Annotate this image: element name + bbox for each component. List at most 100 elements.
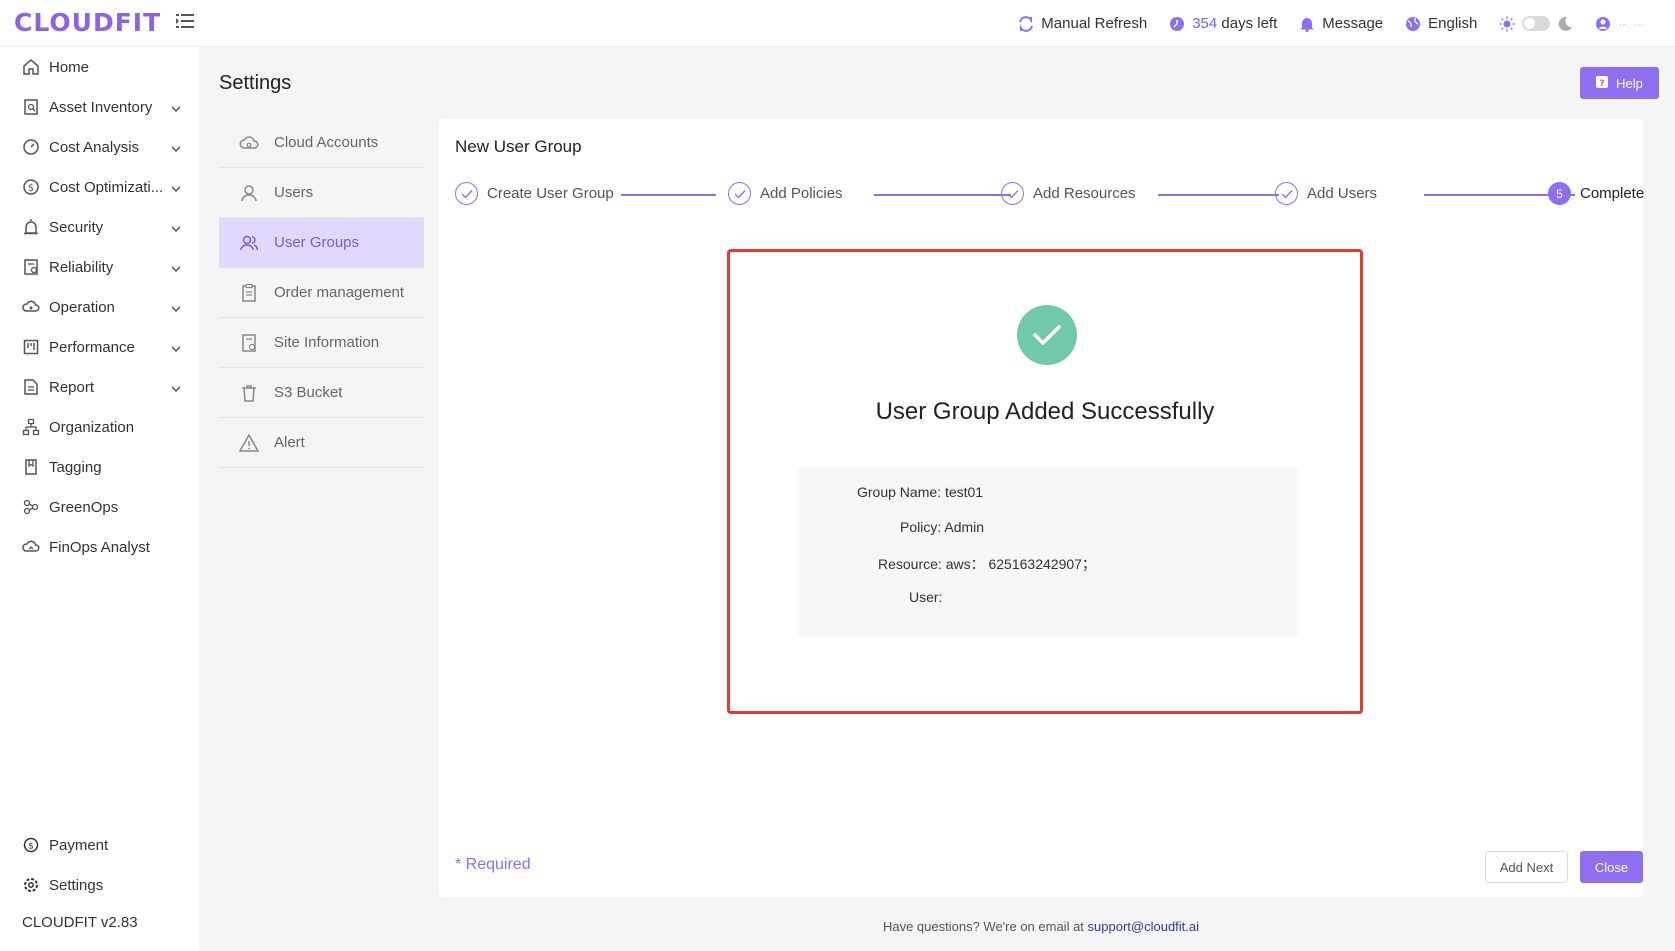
step-number: 5 — [1548, 182, 1571, 205]
app-logo[interactable]: CLOUDFIT — [14, 8, 161, 37]
language-label: English — [1428, 15, 1478, 32]
sidebar-item-tagging[interactable]: Tagging — [0, 450, 199, 484]
submenu-order-management[interactable]: Order management — [219, 268, 424, 318]
required-note: * Required — [455, 856, 531, 873]
license-days: 354 days left — [1169, 15, 1277, 32]
clock-icon — [1169, 16, 1185, 32]
check-icon — [728, 182, 751, 205]
resource-value: aws： 625163242907； — [945, 556, 1096, 572]
footer: Have questions? We're on email at suppor… — [439, 919, 1643, 934]
detail-user: User: — [909, 589, 942, 605]
bucket-icon — [239, 383, 259, 403]
chevron-down-icon — [171, 101, 181, 113]
sun-icon — [1499, 16, 1515, 32]
cloud-gear-icon — [22, 298, 40, 316]
detail-policy: Policy: Admin — [900, 519, 984, 535]
sidebar-item-cost-optimization[interactable]: $ Cost Optimizati... — [0, 170, 199, 204]
site-info-icon — [239, 333, 259, 353]
detail-group-name: Group Name: test01 — [857, 484, 983, 500]
reliability-icon — [22, 258, 40, 276]
sidebar-item-organization[interactable]: Organization — [0, 410, 199, 444]
language-selector[interactable]: English — [1405, 15, 1477, 32]
check-icon — [455, 182, 478, 205]
days-suffix: days left — [1221, 15, 1278, 32]
sidebar-item-performance[interactable]: Performance — [0, 330, 199, 364]
sidebar-item-home[interactable]: Home — [0, 50, 199, 84]
dollar-icon: $ — [22, 836, 40, 854]
step-add-policies[interactable]: Add Policies — [728, 182, 843, 205]
user-menu[interactable]: ·-. ·-· — [1595, 16, 1645, 32]
step-create-user-group[interactable]: Create User Group — [455, 182, 614, 205]
gear-icon — [22, 876, 40, 894]
panel-title: New User Group — [455, 137, 582, 156]
sidebar-item-asset-inventory[interactable]: Asset Inventory — [0, 90, 199, 124]
sidebar-item-report[interactable]: Report — [0, 370, 199, 404]
submenu-user-groups[interactable]: User Groups — [219, 218, 424, 268]
step-add-users[interactable]: Add Users — [1275, 182, 1377, 205]
sidebar-item-greenops[interactable]: GreenOps — [0, 490, 199, 524]
page-title: Settings — [219, 72, 292, 94]
warning-icon — [239, 432, 259, 453]
dollar-icon: $ — [22, 178, 40, 196]
submenu-users[interactable]: Users — [219, 168, 424, 218]
home-icon — [22, 58, 40, 76]
svg-text:$: $ — [28, 842, 34, 852]
sidebar-item-operation[interactable]: Operation — [0, 290, 199, 324]
bell-icon — [1299, 16, 1315, 32]
chevron-down-icon — [171, 221, 181, 233]
sidebar-item-cost-analysis[interactable]: Cost Analysis — [0, 130, 199, 164]
tag-icon — [22, 458, 40, 476]
moon-icon — [1557, 16, 1573, 32]
detail-resource: Resource: aws： 625163242907； — [878, 554, 1096, 574]
performance-icon — [22, 338, 40, 356]
support-email-link[interactable]: support@cloudfit.ai — [1088, 919, 1199, 934]
sidebar-item-payment[interactable]: $ Payment — [0, 828, 199, 862]
cloud-icon — [239, 133, 259, 153]
manual-refresh-button[interactable]: Manual Refresh — [1018, 15, 1147, 32]
step-connector — [874, 194, 1011, 196]
step-add-resources[interactable]: Add Resources — [1001, 182, 1136, 205]
submenu-alert[interactable]: Alert — [219, 418, 424, 468]
success-title: User Group Added Successfully — [875, 398, 1215, 425]
message-button[interactable]: Message — [1299, 15, 1383, 32]
help-label: Help — [1616, 75, 1643, 91]
close-button[interactable]: Close — [1580, 851, 1643, 883]
chevron-down-icon — [171, 181, 181, 193]
org-icon — [22, 418, 40, 436]
refresh-icon — [1018, 15, 1034, 32]
svg-text:?: ? — [1600, 79, 1605, 88]
asset-icon — [22, 98, 40, 116]
menu-toggle-icon[interactable] — [176, 13, 194, 29]
submenu-site-information[interactable]: Site Information — [219, 318, 424, 368]
step-complete[interactable]: 5 Complete — [1548, 182, 1644, 205]
manual-refresh-label: Manual Refresh — [1041, 15, 1148, 32]
step-connector — [1158, 194, 1279, 196]
leaf-icon — [22, 498, 40, 516]
sidebar-item-security[interactable]: Security — [0, 210, 199, 244]
theme-toggle[interactable] — [1522, 16, 1551, 31]
wizard-steps: Create User Group Add Policies Add Resou… — [455, 182, 1644, 206]
clipboard-icon — [239, 283, 259, 303]
help-button[interactable]: ? Help — [1580, 67, 1659, 99]
sidebar-item-finops-analyst[interactable]: FinOps Analyst — [0, 530, 199, 564]
globe-icon — [1405, 16, 1421, 32]
user-label: User: — [909, 589, 943, 605]
user-icon — [239, 183, 259, 203]
success-result-box: User Group Added Successfully Group Name… — [727, 249, 1363, 714]
submenu-s3-bucket[interactable]: S3 Bucket — [219, 368, 424, 418]
success-check-icon — [1017, 305, 1077, 365]
add-next-button[interactable]: Add Next — [1485, 851, 1568, 883]
step-connector — [621, 194, 716, 196]
theme-switch[interactable] — [1499, 16, 1573, 32]
sidebar: Home Asset Inventory Cost Analysis $ Cos… — [0, 47, 199, 951]
user-group-icon — [239, 233, 259, 253]
check-icon — [1001, 182, 1024, 205]
days-count: 354 — [1192, 15, 1218, 32]
sidebar-item-settings[interactable]: Settings — [0, 868, 199, 902]
policy-value: Admin — [944, 519, 985, 535]
new-user-group-panel: New User Group Create User Group Add Pol… — [439, 119, 1644, 897]
sidebar-item-reliability[interactable]: Reliability — [0, 250, 199, 284]
help-icon: ? — [1596, 75, 1609, 91]
gauge-icon — [22, 138, 40, 156]
submenu-cloud-accounts[interactable]: Cloud Accounts — [219, 118, 424, 168]
